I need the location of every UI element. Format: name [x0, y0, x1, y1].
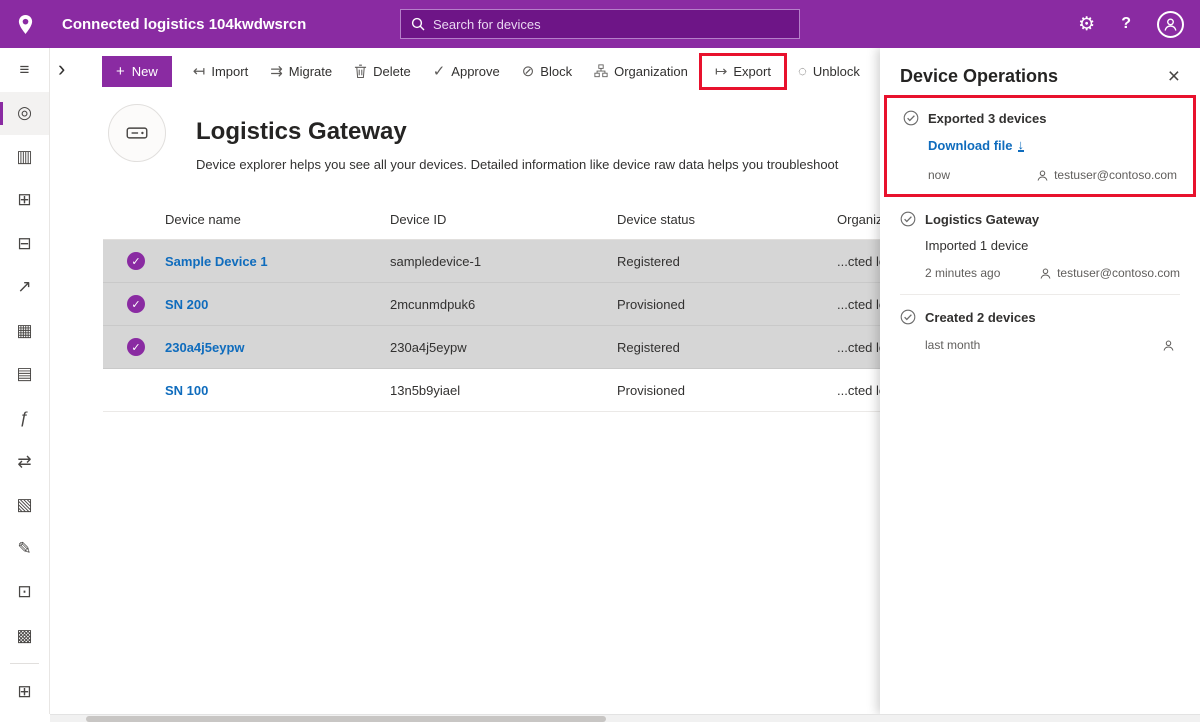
download-file-link[interactable]: Download file ↓ [928, 138, 1024, 153]
row-checkbox-checked-icon[interactable]: ✓ [127, 295, 145, 313]
plus-icon: + [116, 64, 125, 79]
operation-time: now [928, 168, 950, 182]
organization-button[interactable]: Organization [583, 56, 699, 87]
device-type-icon [108, 104, 166, 162]
topbar-actions: ⚙ ? [1078, 11, 1200, 38]
device-name-link[interactable]: SN 100 [165, 383, 390, 398]
sidebar-item-dashboards[interactable]: ▦ [0, 309, 49, 353]
row-checkbox-checked-icon[interactable]: ✓ [127, 338, 145, 356]
top-app-bar: Connected logistics 104kwdwsrcn ⚙ ? [0, 0, 1200, 48]
settings-gear-icon[interactable]: ⚙ [1078, 15, 1095, 34]
device-operations-panel: Device Operations × Exported 3 devices D… [880, 48, 1200, 714]
delete-button[interactable]: Delete [343, 56, 422, 87]
row-checkbox-checked-icon[interactable]: ✓ [127, 252, 145, 270]
success-check-icon [903, 110, 919, 126]
success-check-icon [900, 309, 916, 325]
operation-entry-exported: Exported 3 devices Download file ↓ now t… [903, 106, 1177, 182]
person-icon [1039, 267, 1052, 280]
device-name-link[interactable]: 230a4j5eypw [165, 340, 390, 355]
device-id-cell: 230a4j5eypw [390, 340, 617, 355]
device-search[interactable] [400, 9, 800, 39]
approve-check-icon: ✓ [433, 64, 446, 79]
sidebar-item-data-export[interactable]: ⇄ [0, 440, 49, 484]
block-button[interactable]: ⊘ Block [511, 56, 583, 87]
operation-entry-created: Created 2 devices last month [900, 295, 1180, 366]
person-icon [1162, 339, 1175, 352]
device-id-cell: 13n5b9yiael [390, 383, 617, 398]
close-icon[interactable]: × [1168, 66, 1180, 87]
migrate-button[interactable]: ⇉ Migrate [259, 56, 343, 87]
sidebar-item-device-grid[interactable]: ⊞ [0, 670, 49, 714]
success-check-icon [900, 211, 916, 227]
approve-button[interactable]: ✓ Approve [422, 56, 511, 87]
org-chart-icon [594, 64, 608, 78]
app-title: Connected logistics 104kwdwsrcn [62, 16, 306, 33]
sidebar-item-organizations[interactable]: ⊡ [0, 570, 49, 614]
sidebar-item-device-templates[interactable]: ⊞ [0, 179, 49, 223]
expand-nav-chevron-icon[interactable]: › [58, 56, 65, 82]
left-nav-rail: ≡ ◎ ▥ ⊞ ⊟ ↗ ▦ ▤ ƒ ⇄ ▧ ✎ ⊡ ▩ ⊞ [0, 48, 50, 714]
sidebar-item-devices[interactable]: ◎ [0, 92, 49, 136]
sidebar-item-audit-logs[interactable]: ▧ [0, 483, 49, 527]
operation-entry-imported: Logistics Gateway Imported 1 device 2 mi… [900, 197, 1180, 295]
block-icon: ⊘ [522, 64, 535, 79]
exported-entry-highlight-callout: Exported 3 devices Download file ↓ now t… [884, 95, 1196, 197]
device-id-cell: 2mcunmdpuk6 [390, 297, 617, 312]
column-device-name[interactable]: Device name [165, 212, 390, 227]
sidebar-item-analytics[interactable]: ▥ [0, 135, 49, 179]
person-icon [1036, 169, 1049, 182]
unblock-button[interactable]: ◌ Unblock [787, 56, 871, 87]
help-icon[interactable]: ? [1121, 16, 1131, 32]
device-status-cell: Registered [617, 340, 837, 355]
sidebar-divider [10, 663, 39, 664]
scrollbar-thumb[interactable] [86, 716, 606, 722]
device-name-link[interactable]: Sample Device 1 [165, 254, 390, 269]
operation-title: Logistics Gateway [925, 212, 1039, 227]
column-device-status[interactable]: Device status [617, 212, 837, 227]
device-toolbar: + New ↤ Import ⇉ Migrate Delete ✓ Approv… [102, 51, 871, 91]
export-button[interactable]: ↦ Export [704, 56, 782, 87]
operation-time: 2 minutes ago [925, 266, 1000, 280]
horizontal-scrollbar[interactable] [50, 714, 1200, 722]
trash-icon [354, 64, 367, 79]
operation-user: testuser@contoso.com [1057, 266, 1180, 280]
new-button[interactable]: + New [102, 56, 172, 87]
search-input[interactable] [433, 17, 789, 32]
import-icon: ↤ [193, 64, 206, 79]
migrate-icon: ⇉ [270, 64, 283, 79]
menu-icon[interactable]: ≡ [0, 48, 49, 92]
search-icon [411, 17, 425, 31]
import-button[interactable]: ↤ Import [182, 56, 259, 87]
sidebar-item-charts[interactable]: ↗ [0, 266, 49, 310]
device-name-link[interactable]: SN 200 [165, 297, 390, 312]
page-title: Logistics Gateway [196, 118, 407, 146]
operation-subtitle: Imported 1 device [925, 238, 1180, 253]
column-device-id[interactable]: Device ID [390, 212, 617, 227]
device-status-cell: Provisioned [617, 297, 837, 312]
sidebar-item-jobs[interactable]: ▤ [0, 353, 49, 397]
operation-time: last month [925, 338, 980, 352]
device-id-cell: sampledevice-1 [390, 254, 617, 269]
sidebar-item-troubleshoot[interactable]: ✎ [0, 527, 49, 571]
sidebar-item-edge-manifests[interactable]: ▩ [0, 614, 49, 658]
device-status-cell: Provisioned [617, 383, 837, 398]
operation-user: testuser@contoso.com [1054, 168, 1177, 182]
download-icon: ↓ [1018, 139, 1025, 153]
operation-title: Exported 3 devices [928, 111, 1047, 126]
sidebar-item-rules[interactable]: ƒ [0, 396, 49, 440]
operation-title: Created 2 devices [925, 310, 1036, 325]
sidebar-item-device-groups[interactable]: ⊟ [0, 222, 49, 266]
location-pin-icon [0, 14, 50, 35]
unblock-icon: ◌ [798, 64, 807, 79]
export-icon: ↦ [715, 64, 728, 79]
panel-title: Device Operations [900, 66, 1058, 87]
user-avatar[interactable] [1157, 11, 1184, 38]
export-highlight-callout: ↦ Export [699, 53, 787, 90]
device-status-cell: Registered [617, 254, 837, 269]
